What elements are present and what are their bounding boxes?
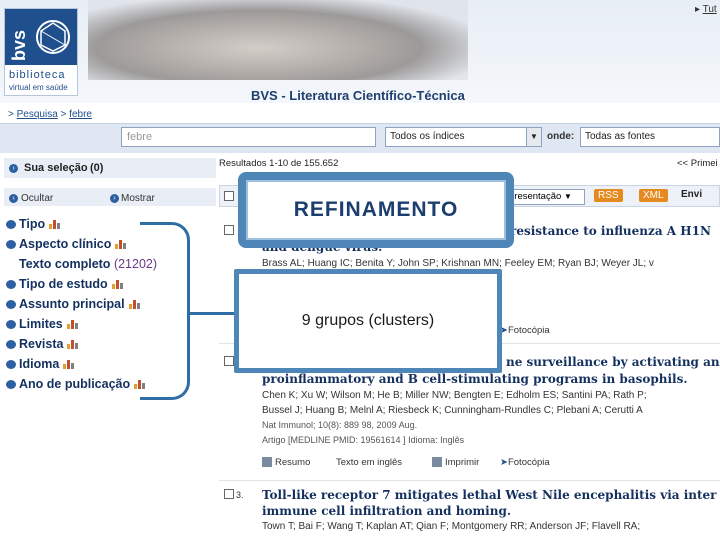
site-header: bvs biblioteca virtual em saúde BVS - Li… bbox=[0, 0, 720, 103]
select-all-checkbox[interactable] bbox=[224, 191, 234, 201]
site-title: BVS - Literatura Científico-Técnica bbox=[251, 88, 465, 103]
logo-line2: virtual em saúde bbox=[9, 83, 68, 92]
result-title-line2[interactable]: immune cell infiltration and homing. bbox=[262, 504, 511, 518]
logo-bvs-text: bvs bbox=[9, 29, 29, 61]
cluster-aspecto-clinico[interactable]: Aspecto clínico bbox=[6, 237, 127, 251]
bullet-icon bbox=[6, 360, 16, 370]
presentation-select[interactable]: presentação ▼ bbox=[505, 189, 585, 205]
document-icon bbox=[262, 457, 272, 468]
bar-chart-icon bbox=[115, 240, 127, 250]
bvs-logo[interactable]: bvs biblioteca virtual em saúde bbox=[4, 8, 78, 96]
hide-button[interactable]: Ocultar bbox=[21, 193, 53, 204]
bar-chart-icon bbox=[63, 360, 75, 370]
expand-icon: › bbox=[110, 194, 119, 203]
results-count: Resultados 1-10 de 155.652 bbox=[219, 158, 339, 169]
result-citation: Nat Immunol; 10(8): 889 98, 2009 Aug. bbox=[262, 420, 418, 430]
breadcrumb-item-pesquisa[interactable]: Pesquisa bbox=[17, 109, 58, 120]
photocopy-label: Fotocópia bbox=[507, 325, 550, 336]
bar-chart-icon bbox=[128, 300, 141, 310]
result-number: 3. bbox=[236, 490, 244, 500]
bullet-icon bbox=[6, 220, 16, 230]
sources-select[interactable]: Todas as fontes bbox=[580, 127, 720, 147]
index-select-value: Todos os índices bbox=[390, 131, 465, 142]
where-label: onde: bbox=[547, 131, 575, 142]
send-button[interactable]: Envi bbox=[681, 189, 702, 200]
bar-chart-icon bbox=[49, 220, 61, 230]
result-meta: Artigo [MEDLINE PMID: 19561614 ] Idioma:… bbox=[262, 435, 465, 445]
breadcrumb-item-query[interactable]: febre bbox=[69, 109, 92, 120]
presentation-value: presentação bbox=[509, 191, 562, 202]
selection-count: (0) bbox=[90, 162, 104, 174]
sources-select-value: Todas as fontes bbox=[585, 131, 656, 142]
cluster-idioma[interactable]: Idioma bbox=[6, 357, 75, 371]
result-title-line2[interactable]: proinflammatory and B cell-stimulating p… bbox=[262, 372, 688, 386]
bullet-icon bbox=[6, 320, 16, 330]
bullet-icon bbox=[6, 240, 16, 250]
breadcrumb-sep: > bbox=[60, 109, 67, 120]
summary-label: Resumo bbox=[275, 457, 311, 468]
cluster-tipo[interactable]: Tipo bbox=[6, 217, 61, 231]
result-checkbox[interactable] bbox=[224, 225, 234, 235]
bullet-icon bbox=[6, 280, 16, 290]
printer-icon bbox=[432, 457, 442, 468]
print-button[interactable]: Imprimir bbox=[432, 457, 479, 468]
first-page-link[interactable]: << Primei bbox=[677, 158, 718, 169]
header-photo bbox=[88, 0, 468, 80]
summary-button[interactable]: Resumo bbox=[262, 457, 310, 468]
logo-line1: biblioteca bbox=[9, 69, 66, 81]
collapse-icon: › bbox=[9, 194, 18, 203]
result-authors: Town T; Bai F; Wang T; Kaplan AT; Qian F… bbox=[262, 521, 641, 532]
bullet-icon bbox=[6, 340, 16, 350]
result-checkbox[interactable] bbox=[224, 489, 234, 499]
rss-button[interactable]: RSS bbox=[594, 189, 623, 202]
clusters-callout-label: 9 grupos (clusters) bbox=[301, 312, 435, 329]
result-checkbox[interactable] bbox=[224, 356, 234, 366]
result-divider bbox=[219, 480, 720, 481]
result-authors: Chen K; Xu W; Wilson M; He B; Miller NW;… bbox=[262, 390, 647, 401]
cluster-tipo-de-estudo[interactable]: Tipo de estudo bbox=[6, 277, 124, 291]
arrow-icon: ➤ bbox=[500, 457, 508, 468]
cluster-limites[interactable]: Limites bbox=[6, 317, 79, 331]
print-label: Imprimir bbox=[445, 457, 480, 468]
photocopy-label: Fotocópia bbox=[507, 457, 550, 468]
breadcrumb-sep: > bbox=[8, 109, 14, 120]
arrow-right-icon: › bbox=[9, 164, 18, 173]
globe-icon bbox=[36, 20, 70, 54]
photocopy-button[interactable]: ➤Fotocópia bbox=[500, 325, 550, 336]
bar-chart-icon bbox=[67, 340, 79, 350]
bullet-icon bbox=[6, 380, 16, 390]
breadcrumb: > Pesquisa > febre bbox=[8, 109, 92, 120]
photocopy-button[interactable]: ➤Fotocópia bbox=[500, 457, 550, 468]
cluster-revista[interactable]: Revista bbox=[6, 337, 79, 351]
cluster-bracket bbox=[140, 222, 190, 400]
bullet-icon bbox=[6, 300, 16, 310]
result-title[interactable]: ne surveillance by activating an bbox=[506, 355, 720, 369]
index-select[interactable]: Todos os índices ▼ bbox=[385, 127, 542, 147]
show-button[interactable]: Mostrar bbox=[121, 193, 155, 204]
cluster-ano-de-publicacao[interactable]: Ano de publicação bbox=[6, 377, 146, 391]
refine-callout-label: REFINAMENTO bbox=[293, 198, 459, 221]
bar-chart-icon bbox=[111, 280, 124, 290]
bar-chart-icon bbox=[66, 320, 79, 330]
chevron-down-icon: ▼ bbox=[563, 192, 572, 201]
result-authors-2: Bussel J; Huang B; Melnl A; Riesbeck K; … bbox=[262, 405, 643, 416]
tutorial-link[interactable]: ▸ Tut bbox=[695, 4, 717, 15]
cluster-assunto-principal[interactable]: Assunto principal bbox=[6, 297, 141, 311]
search-input[interactable]: febre bbox=[121, 127, 376, 147]
result-authors: Brass AL; Huang IC; Benita Y; John SP; K… bbox=[262, 258, 654, 269]
selection-label[interactable]: Sua seleção bbox=[24, 162, 88, 174]
cluster-texto-completo[interactable]: Texto completo (21202) bbox=[19, 257, 157, 271]
logo-mark: bvs bbox=[5, 9, 77, 65]
bracket-connector bbox=[190, 312, 236, 315]
fulltext-button[interactable]: Texto em inglês bbox=[336, 457, 402, 468]
result-title[interactable]: Toll-like receptor 7 mitigates lethal We… bbox=[262, 488, 717, 502]
chevron-down-icon: ▼ bbox=[526, 128, 541, 146]
result-title[interactable]: resistance to influenza A H1N bbox=[510, 224, 711, 238]
xml-button[interactable]: XML bbox=[639, 189, 668, 202]
